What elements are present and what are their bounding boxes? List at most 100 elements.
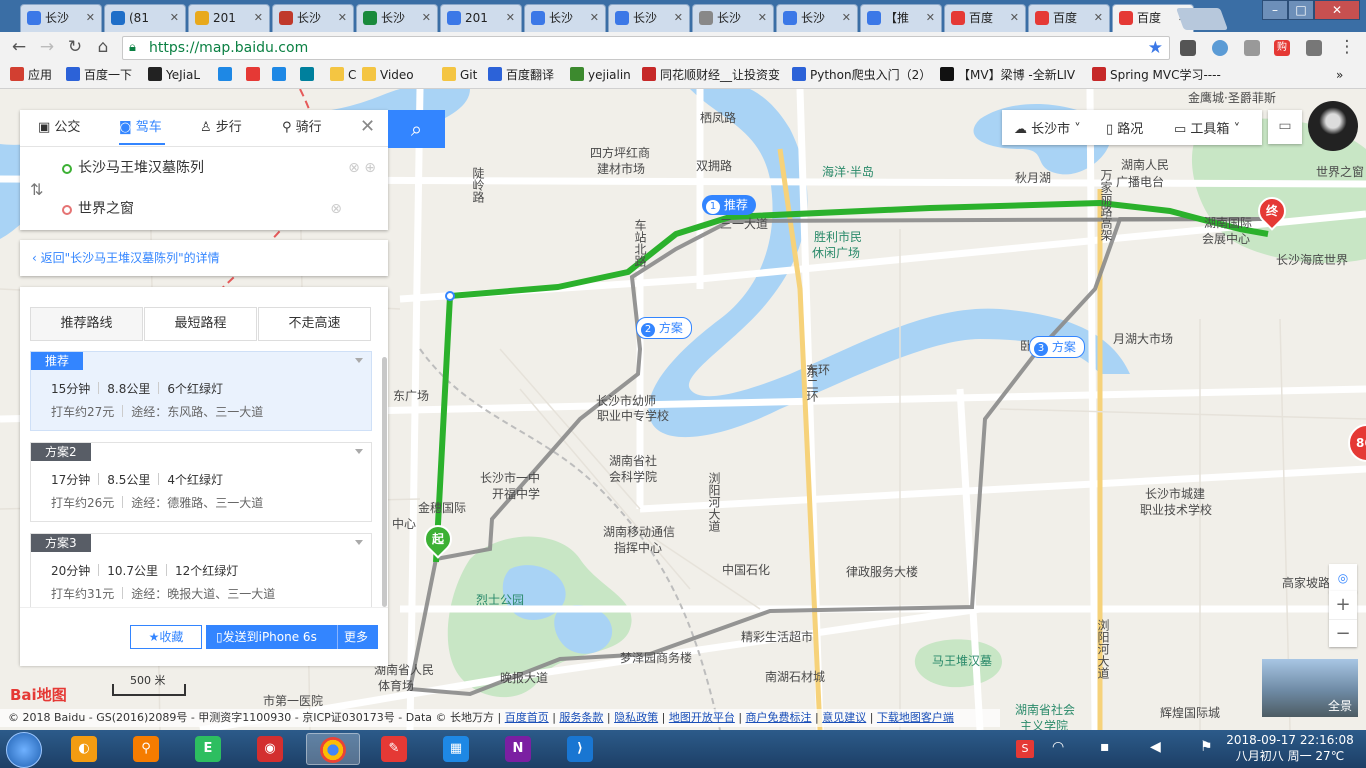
map-label[interactable]: 会展中心	[1202, 230, 1250, 247]
map-label[interactable]: 四方坪红商	[590, 144, 650, 161]
tab-close-icon[interactable]: ✕	[674, 5, 683, 31]
tab-close-icon[interactable]: ✕	[338, 5, 347, 31]
plan2-route-tag[interactable]: 2 方案	[636, 317, 692, 339]
map-label[interactable]: 东广场	[393, 387, 429, 404]
taskbar-app[interactable]: ◐	[58, 733, 112, 765]
swap-icon[interactable]: ⇅	[30, 180, 43, 199]
browser-tab[interactable]: 长沙 ✕	[608, 4, 690, 32]
map-label[interactable]: 律政服务大楼	[846, 563, 918, 580]
extension-icon[interactable]	[1306, 40, 1322, 56]
city-selector[interactable]: ☁︎ 长沙市 ˅	[1014, 118, 1081, 137]
plan3-route-tag[interactable]: 3 方案	[1029, 336, 1085, 358]
clear-icon[interactable]: ⊗	[330, 190, 342, 228]
bookmark-item[interactable]: Python爬虫入门（2）	[792, 67, 931, 84]
taskbar-app[interactable]: ◉	[244, 733, 298, 765]
taskbar-app[interactable]: E	[182, 733, 236, 765]
more-button[interactable]: 更多	[336, 625, 368, 649]
chevron-down-icon[interactable]	[355, 540, 363, 545]
bookmark-item[interactable]: 应用	[10, 67, 52, 84]
bookmark-item[interactable]: 百度翻译	[488, 67, 554, 84]
map-label[interactable]: 职业技术学校	[1140, 501, 1212, 518]
forward-arrow-icon[interactable]: →	[36, 36, 58, 58]
tab-close-icon[interactable]: ✕	[422, 5, 431, 31]
tab-close-icon[interactable]: ✕	[1010, 5, 1019, 31]
new-tab-button[interactable]	[1175, 8, 1229, 30]
browser-tab[interactable]: 长沙 ✕	[20, 4, 102, 32]
map-label[interactable]: 休闲广场	[812, 244, 860, 261]
bookmark-item[interactable]	[218, 67, 236, 84]
footer-link[interactable]: 商户免费标注	[746, 711, 812, 724]
street-view-thumbnail[interactable]: 全景	[1262, 659, 1358, 717]
browser-tab[interactable]: 201 ✕	[188, 4, 270, 32]
mode-walk[interactable]: ♙ 步行	[200, 118, 242, 138]
taskbar-chrome[interactable]	[306, 733, 360, 765]
destination-field[interactable]: 世界之窗 ⊗	[60, 190, 380, 228]
bookmark-item[interactable]	[246, 67, 264, 84]
tab-shortest[interactable]: 最短路程	[144, 307, 257, 341]
map-label[interactable]: 浏阳河大道	[706, 472, 723, 532]
chevron-down-icon[interactable]	[355, 449, 363, 454]
shopping-extension-icon[interactable]: 购	[1274, 40, 1290, 56]
map-label[interactable]: 陡岭路	[470, 167, 487, 203]
map-label[interactable]: 会科学院	[609, 468, 657, 485]
tab-close-icon[interactable]: ✕	[926, 5, 935, 31]
wifi-icon[interactable]: ◠	[1052, 739, 1064, 755]
bookmark-item[interactable]: yejialin	[570, 67, 631, 84]
tab-close-icon[interactable]: ✕	[86, 5, 95, 31]
browser-tab[interactable]: 【推 ✕	[860, 4, 942, 32]
home-icon[interactable]: ⌂	[92, 36, 114, 58]
map-label[interactable]: 指挥中心	[614, 539, 662, 556]
extension-icon[interactable]	[1212, 40, 1228, 56]
tab-close-icon[interactable]: ✕	[170, 5, 179, 31]
map-label[interactable]: 南湖石材城	[765, 668, 825, 685]
browser-tab[interactable]: 百度 ✕	[944, 4, 1026, 32]
map-label[interactable]: 月湖大市场	[1113, 330, 1173, 347]
taskbar-app[interactable]: ⚲	[120, 733, 174, 765]
start-button[interactable]	[6, 732, 42, 768]
footer-link[interactable]: 隐私政策	[614, 711, 658, 724]
bookmark-item[interactable]: 百度一下	[66, 67, 132, 84]
map-label[interactable]: 职业中专学校	[597, 407, 669, 424]
map-label[interactable]: 湖南国际	[1204, 214, 1252, 231]
bookmarks-overflow-icon[interactable]: »	[1336, 67, 1343, 84]
close-icon[interactable]: ✕	[360, 116, 375, 137]
chevron-down-icon[interactable]	[355, 358, 363, 363]
bookmark-item[interactable]: C	[330, 67, 356, 84]
map-label[interactable]: 胜利市民	[814, 228, 862, 245]
browser-tab[interactable]: 201 ✕	[440, 4, 522, 32]
mode-drive[interactable]: ◙ 驾车	[119, 118, 162, 138]
bookmark-item[interactable]: Video	[362, 67, 414, 84]
taskbar-app[interactable]: ⟩	[554, 733, 608, 765]
map-label[interactable]: 建材市场	[597, 160, 645, 177]
tab-close-icon[interactable]: ✕	[506, 5, 515, 31]
tab-close-icon[interactable]: ✕	[758, 5, 767, 31]
message-icon[interactable]: ▭	[1268, 110, 1302, 144]
map-label[interactable]: 栖凤路	[700, 109, 736, 126]
map-label[interactable]: 体育场	[378, 677, 414, 694]
tab-close-icon[interactable]: ✕	[842, 5, 851, 31]
bookmark-item[interactable]: Git	[442, 67, 477, 84]
map-label[interactable]: 烈士公园	[476, 591, 524, 608]
map-label[interactable]: 浏阳河大道	[1095, 619, 1112, 679]
map-label[interactable]: 海洋·半岛	[822, 163, 874, 180]
volume-icon[interactable]: ◀	[1150, 739, 1161, 755]
map-label[interactable]: 精彩生活超市	[741, 628, 813, 645]
recommended-route-tag[interactable]: 1 推荐	[702, 195, 756, 215]
map-label[interactable]: 广播电台	[1116, 173, 1164, 190]
map-label[interactable]: 湖南省社会	[1015, 701, 1075, 718]
cursor-extension-icon[interactable]	[1244, 40, 1260, 56]
map-label[interactable]: 主义学院	[1020, 717, 1068, 730]
bookmark-item[interactable]	[272, 67, 290, 84]
browser-tab[interactable]: 长沙 ✕	[524, 4, 606, 32]
browser-tab[interactable]: 长沙 ✕	[776, 4, 858, 32]
map-label[interactable]: 东环	[806, 361, 830, 378]
map-label[interactable]: 晚报大道	[500, 669, 548, 686]
clear-icon[interactable]: ⊗ ⊕	[348, 149, 376, 187]
map-label[interactable]: 车站北路	[632, 219, 649, 267]
reload-icon[interactable]: ↻	[64, 36, 86, 58]
bookmark-item[interactable]: 同花顺财经__让投资变	[642, 67, 780, 84]
locate-icon[interactable]: ◎	[1329, 564, 1357, 592]
address-bar[interactable]: 🔒︎ https://map.baidu.com ★	[122, 36, 1170, 60]
taskbar-clock[interactable]: 2018-09-17 22:16:08 八月初八 周一 27℃	[1226, 732, 1354, 764]
tab-no-highway[interactable]: 不走高速	[258, 307, 371, 341]
